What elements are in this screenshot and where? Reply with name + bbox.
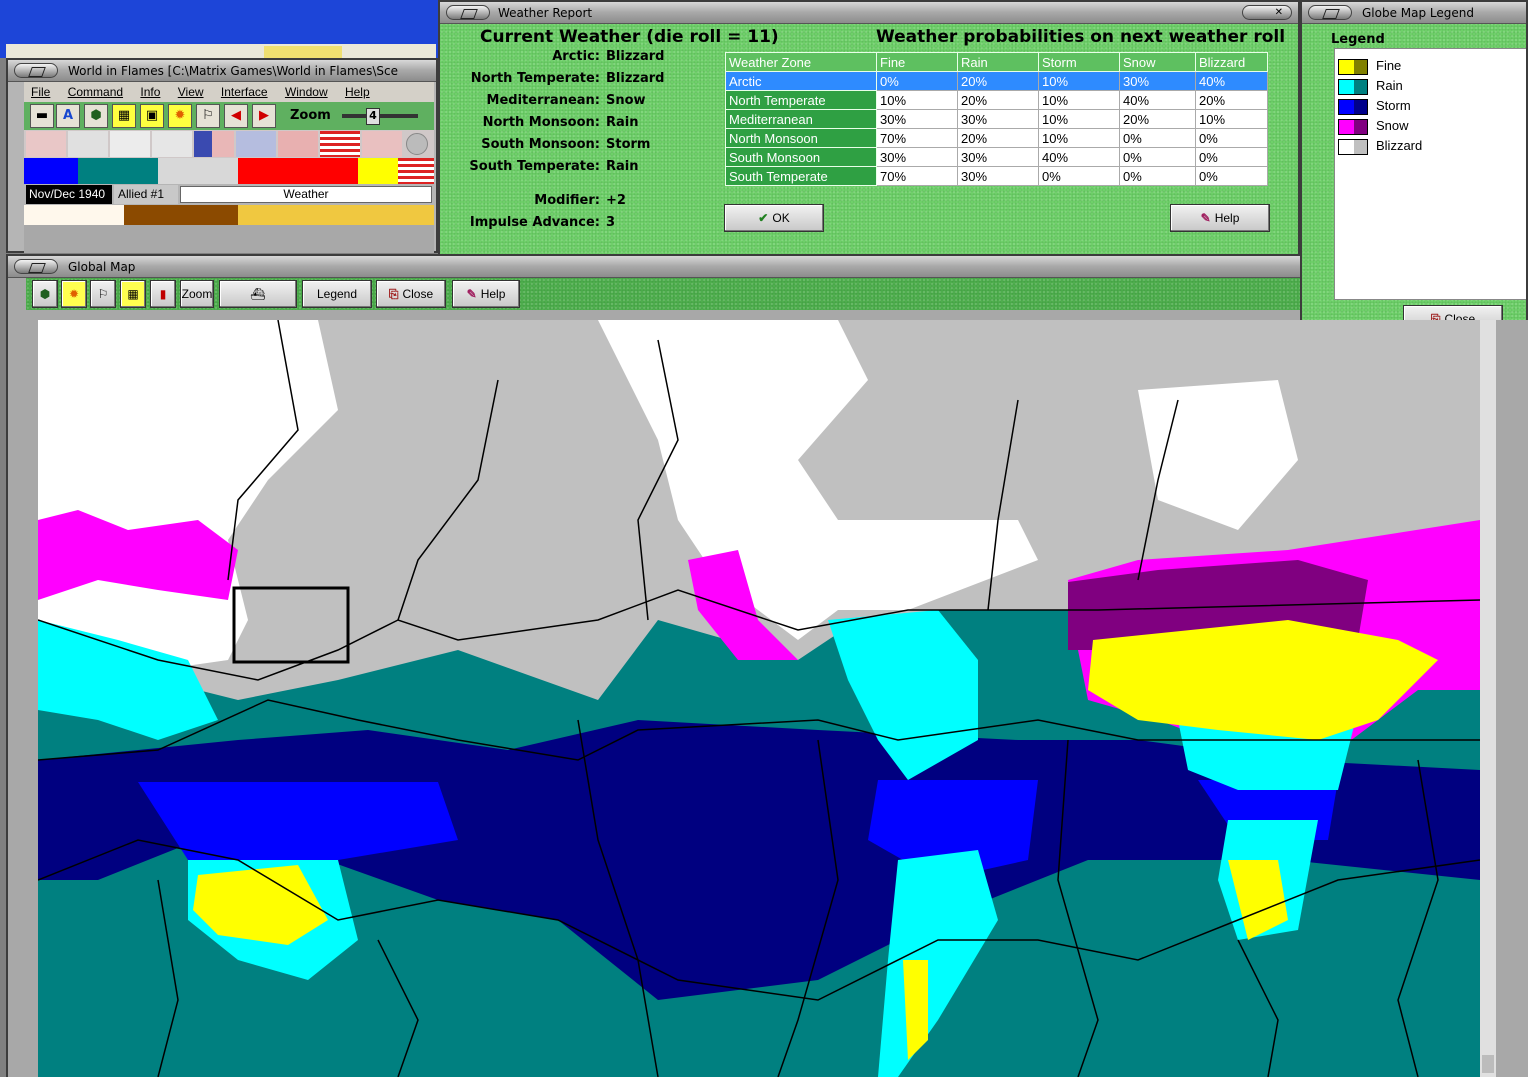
window-menu-icon[interactable]	[446, 5, 490, 20]
table-row[interactable]: Arctic 0% 20% 10% 30% 40%	[725, 71, 1268, 91]
flag-finland[interactable]	[68, 131, 108, 157]
legend-item-storm: Storm	[1338, 98, 1411, 116]
map-help-button[interactable]: ✎ Help	[452, 280, 520, 308]
global-map-toolbar	[26, 278, 1300, 310]
legend-item-rain: Rain	[1338, 78, 1403, 96]
ship-icon[interactable]: ⛴	[219, 280, 297, 308]
header-blizzard: Blizzard	[1195, 52, 1268, 72]
legend-item-snow: Snow	[1338, 118, 1409, 136]
flag-germany[interactable]	[26, 131, 66, 157]
map-scrollbar[interactable]	[1480, 320, 1496, 1077]
window-menu-icon[interactable]	[1308, 5, 1352, 20]
legend-item-fine: Fine	[1338, 58, 1401, 76]
storm-swatch	[1338, 98, 1368, 115]
probabilities-heading: Weather probabilities on next weather ro…	[876, 27, 1286, 47]
arrow-right-icon[interactable]: ▶	[252, 104, 276, 128]
main-window-titlebar[interactable]: World in Flames [C:\Matrix Games\World i…	[8, 60, 436, 82]
flag-uk[interactable]	[236, 131, 276, 157]
table-row[interactable]: North Monsoon 70% 20% 10% 0% 0%	[725, 128, 1268, 148]
current-weather-heading: Current Weather (die roll = 11)	[480, 27, 779, 47]
grid-icon[interactable]: ▦	[120, 280, 146, 308]
legend-item-blizzard: Blizzard	[1338, 138, 1422, 156]
weather-report-title: Weather Report	[498, 6, 593, 20]
tank-icon[interactable]: ▬	[30, 104, 54, 128]
globe-legend-titlebar[interactable]: Globe Map Legend	[1302, 2, 1526, 24]
thermometer-icon[interactable]: ▮	[150, 280, 176, 308]
menu-command[interactable]: Command	[61, 82, 130, 99]
grid-icon[interactable]: ▦	[112, 104, 136, 128]
flag-japan[interactable]	[110, 131, 150, 157]
table-row[interactable]: Mediterranean 30% 30% 10% 20% 10%	[725, 109, 1268, 129]
menu-interface[interactable]: Interface	[214, 82, 275, 99]
hex-icon[interactable]: ⬢	[32, 280, 58, 308]
weather-probability-table: Weather Zone Fine Rain Storm Snow Blizza…	[725, 52, 1268, 186]
header-fine: Fine	[876, 52, 958, 72]
header-rain: Rain	[957, 52, 1039, 72]
legend-button[interactable]: Legend	[302, 280, 372, 308]
menu-help[interactable]: Help	[338, 82, 377, 99]
menu-window[interactable]: Window	[278, 82, 335, 99]
arrow-left-icon[interactable]: ◀	[224, 104, 248, 128]
phase-status: Weather	[180, 186, 432, 203]
blizzard-swatch	[1338, 138, 1368, 155]
table-row[interactable]: North Temperate 10% 20% 10% 40% 20%	[725, 90, 1268, 110]
flag-ussr[interactable]	[362, 131, 402, 157]
desktop-background	[0, 0, 438, 58]
window-menu-icon[interactable]	[14, 63, 58, 78]
global-map-titlebar[interactable]: Global Map	[8, 256, 1300, 278]
globe-legend-window: Globe Map Legend	[1300, 0, 1528, 356]
sun-icon[interactable]: ✹	[61, 280, 87, 308]
weather-report-titlebar[interactable]: Weather Report ✕	[440, 2, 1298, 24]
weather-world-map[interactable]	[38, 320, 1480, 1077]
checkmark-icon: ✔	[758, 211, 769, 225]
header-snow: Snow	[1119, 52, 1196, 72]
zoom-square-icon[interactable]: ▣	[140, 104, 164, 128]
settings-round-icon[interactable]	[406, 133, 428, 155]
zoom-slider-thumb[interactable]: 4	[366, 108, 380, 125]
snow-swatch	[1338, 118, 1368, 135]
map-scrollbar-thumb[interactable]	[1482, 1055, 1494, 1073]
header-storm: Storm	[1038, 52, 1120, 72]
help-book-icon: ✎	[1200, 211, 1211, 225]
table-row[interactable]: South Monsoon 30% 30% 40% 0% 0%	[725, 147, 1268, 167]
weather-help-button[interactable]: ✎ Help	[1170, 204, 1270, 232]
legend-heading: Legend	[1331, 32, 1385, 47]
flag-icon[interactable]: ⚐	[196, 104, 220, 128]
main-menu-bar: File Command Info View Interface Window …	[24, 82, 434, 102]
menu-info[interactable]: Info	[133, 82, 167, 99]
map-zoom-button[interactable]: Zoom	[180, 280, 214, 308]
hex-icon[interactable]: ⬢	[84, 104, 108, 128]
table-header-row: Weather Zone Fine Rain Storm Snow Blizza…	[725, 52, 1268, 72]
flag-france[interactable]	[278, 131, 318, 157]
menu-view[interactable]: View	[171, 82, 211, 99]
flag-italy[interactable]	[152, 131, 192, 157]
flag-usa[interactable]	[320, 131, 360, 157]
bottom-color-strip	[24, 205, 434, 225]
table-row[interactable]: South Temperate 70% 30% 0% 0% 0%	[725, 166, 1268, 186]
menu-file[interactable]: File	[24, 82, 57, 99]
flag-icon[interactable]: ⚐	[90, 280, 116, 308]
color-strip	[24, 158, 434, 184]
help-book-icon: ✎	[466, 287, 477, 301]
close-door-icon: ⎘	[388, 287, 399, 301]
fine-swatch	[1338, 58, 1368, 75]
header-zone: Weather Zone	[725, 52, 877, 72]
close-icon[interactable]: ✕	[1242, 5, 1292, 20]
zoom-slider[interactable]	[342, 114, 418, 118]
rain-swatch	[1338, 78, 1368, 95]
nationality-flags	[24, 130, 434, 158]
sun-icon[interactable]: ✹	[168, 104, 192, 128]
ok-button[interactable]: ✔ OK	[724, 204, 824, 232]
globe-legend-title: Globe Map Legend	[1362, 6, 1475, 20]
date-display: Nov/Dec 1940	[26, 185, 112, 204]
zoom-label: Zoom	[290, 108, 331, 123]
side-display: Allied #1	[114, 185, 178, 204]
global-map-title: Global Map	[68, 260, 136, 274]
font-a-icon[interactable]: A	[56, 104, 80, 128]
main-window-title: World in Flames [C:\Matrix Games\World i…	[68, 64, 398, 78]
window-menu-icon[interactable]	[14, 259, 58, 274]
flag-china[interactable]	[194, 131, 234, 157]
map-close-button[interactable]: ⎘ Close	[376, 280, 446, 308]
